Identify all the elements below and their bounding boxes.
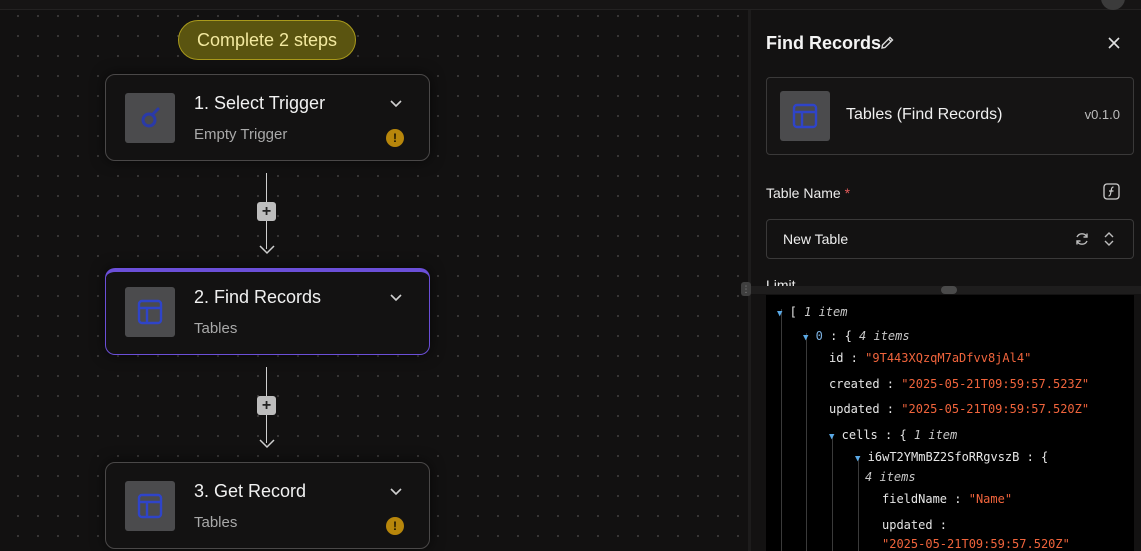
json-row[interactable]: ▼ [ 1 item bbox=[777, 305, 847, 319]
json-row: 4 items bbox=[865, 470, 916, 484]
limit-label: Limit bbox=[766, 277, 796, 286]
piece-version: v0.1.0 bbox=[1084, 107, 1120, 122]
step-node-find-records[interactable]: 2. Find Records Tables bbox=[105, 268, 430, 355]
json-row: updated : bbox=[882, 518, 948, 532]
chevron-down-icon[interactable] bbox=[389, 291, 403, 305]
selected-value: New Table bbox=[783, 231, 849, 247]
chevron-down-icon[interactable] bbox=[389, 97, 403, 111]
json-row[interactable]: ▼ 0 : { 4 items bbox=[803, 329, 910, 343]
table-name-label-text: Table Name bbox=[766, 185, 841, 201]
step-title: 2. Find Records bbox=[194, 287, 322, 307]
collapse-triangle-icon[interactable]: ▼ bbox=[803, 333, 808, 343]
tree-guide bbox=[806, 333, 807, 551]
json-key: i6wT2YMmBZ2SfoRRgvszB bbox=[867, 450, 1020, 464]
add-step-button[interactable]: + bbox=[257, 202, 276, 221]
tree-guide bbox=[832, 435, 833, 551]
json-bracket: [ bbox=[789, 305, 797, 319]
json-string: "9T443XQzqM7aDfvv8jAl4" bbox=[865, 351, 1032, 365]
piece-card[interactable]: Tables (Find Records) v0.1.0 bbox=[766, 77, 1134, 155]
top-bar bbox=[0, 0, 1141, 10]
avatar[interactable] bbox=[1101, 0, 1125, 10]
pencil-icon[interactable] bbox=[879, 35, 895, 51]
piece-name: Tables (Find Records) bbox=[846, 106, 1003, 123]
json-string: "2025-05-21T09:59:57.520Z" bbox=[882, 537, 1070, 551]
step-node-get-record[interactable]: 3. Get Record Tables ! bbox=[105, 462, 430, 549]
json-row: updated : "2025-05-21T09:59:57.520Z" bbox=[829, 402, 1090, 416]
json-key: updated bbox=[882, 518, 933, 532]
json-string: "2025-05-21T09:59:57.523Z" bbox=[901, 377, 1090, 391]
json-key: created bbox=[829, 377, 880, 391]
step-subtitle: Tables bbox=[194, 320, 238, 337]
step-node-select-trigger[interactable]: 1. Select Trigger Empty Trigger ! bbox=[105, 74, 430, 161]
json-meta: 4 items bbox=[865, 470, 916, 484]
table-name-select[interactable]: New Table bbox=[766, 219, 1134, 259]
tree-guide bbox=[858, 457, 859, 551]
chevron-up-down-icon[interactable] bbox=[1102, 231, 1116, 247]
add-step-button[interactable]: + bbox=[257, 396, 276, 415]
warning-icon: ! bbox=[386, 129, 404, 147]
drag-handle-icon[interactable]: ⋮ bbox=[741, 282, 751, 296]
table-icon bbox=[125, 481, 175, 531]
step-subtitle: Empty Trigger bbox=[194, 126, 288, 143]
step-settings-panel: Find Records Tables (Find Records) v0.1.… bbox=[751, 9, 1141, 551]
json-key: 0 bbox=[815, 329, 823, 343]
json-key: id bbox=[829, 351, 844, 365]
json-row: "2025-05-21T09:59:57.520Z" bbox=[882, 537, 1070, 551]
warning-icon: ! bbox=[386, 517, 404, 535]
step-title: 1. Select Trigger bbox=[194, 93, 326, 113]
complete-steps-button[interactable]: Complete 2 steps bbox=[178, 20, 356, 60]
json-key: updated bbox=[829, 402, 880, 416]
drag-handle-icon[interactable] bbox=[941, 286, 957, 294]
panel-title: Find Records bbox=[766, 33, 882, 53]
json-row[interactable]: ▼ cells : { 1 item bbox=[829, 428, 957, 442]
refresh-icon[interactable] bbox=[1074, 231, 1090, 247]
required-mark: * bbox=[844, 185, 851, 201]
json-output-viewer[interactable]: ▼ [ 1 item ▼ 0 : { 4 items id : "9T443XQ… bbox=[766, 295, 1134, 551]
json-row: fieldName : "Name" bbox=[882, 492, 1013, 506]
arrow-down-icon bbox=[259, 245, 275, 255]
flow-canvas[interactable]: Complete 2 steps 1. Select Trigger Empty… bbox=[0, 0, 748, 551]
table-name-label: Table Name * bbox=[766, 185, 850, 201]
json-meta: 1 item bbox=[913, 428, 958, 442]
json-string: "Name" bbox=[968, 492, 1013, 506]
formula-toggle-icon[interactable] bbox=[1103, 183, 1120, 200]
tree-guide bbox=[781, 309, 782, 551]
json-string: "2025-05-21T09:59:57.520Z" bbox=[901, 402, 1090, 416]
trigger-icon bbox=[125, 93, 175, 143]
collapse-triangle-icon[interactable]: ▼ bbox=[829, 432, 834, 442]
step-title: 3. Get Record bbox=[194, 481, 307, 501]
json-meta: 1 item bbox=[804, 305, 848, 319]
json-row: id : "9T443XQzqM7aDfvv8jAl4" bbox=[829, 351, 1032, 365]
json-key: cells bbox=[841, 428, 878, 442]
arrow-down-icon bbox=[259, 439, 275, 449]
collapse-triangle-icon[interactable]: ▼ bbox=[855, 454, 860, 464]
json-row: created : "2025-05-21T09:59:57.523Z" bbox=[829, 377, 1090, 391]
chevron-down-icon[interactable] bbox=[389, 485, 403, 499]
collapse-triangle-icon[interactable]: ▼ bbox=[777, 309, 782, 319]
table-icon bbox=[125, 287, 175, 337]
step-subtitle: Tables bbox=[194, 514, 238, 531]
json-key: fieldName bbox=[882, 492, 948, 506]
table-icon bbox=[780, 91, 830, 141]
close-icon[interactable] bbox=[1108, 37, 1120, 49]
json-row[interactable]: ▼ i6wT2YMmBZ2SfoRRgvszB : { bbox=[855, 450, 1048, 464]
json-meta: 4 items bbox=[859, 329, 910, 343]
